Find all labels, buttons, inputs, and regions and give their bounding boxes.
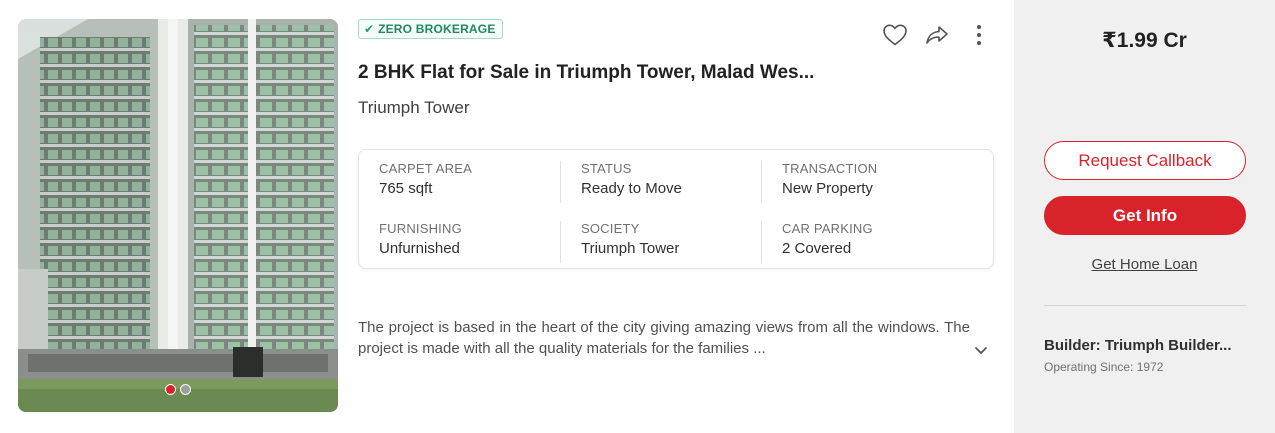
divider [1044,305,1246,306]
photo-dot-1[interactable] [165,384,176,395]
spec-value: Ready to Move [581,180,682,197]
listing-actions [880,21,994,49]
spec-status: STATUS Ready to Move [560,161,760,203]
get-home-loan-link[interactable]: Get Home Loan [1014,256,1275,273]
price-panel: ₹1.99 Cr Request Callback Get Info Get H… [1014,0,1275,433]
photo-dot-2[interactable] [180,384,191,395]
chevron-down-icon [975,347,987,354]
zero-brokerage-badge: ✔ ZERO BROKERAGE [358,19,503,39]
request-callback-button[interactable]: Request Callback [1044,141,1246,180]
spec-label: TRANSACTION [782,161,878,176]
specs-box: CARPET AREA 765 sqft STATUS Ready to Mov… [358,149,994,269]
spec-society: SOCIETY Triumph Tower [560,221,760,263]
builder-name[interactable]: Builder: Triumph Builder... [1044,337,1254,354]
property-photo[interactable] [18,19,338,412]
heart-outline-icon [883,24,907,46]
operating-since: Operating Since: 1972 [1044,360,1164,374]
spec-transaction: TRANSACTION New Property [761,161,961,203]
shortlist-button[interactable] [880,21,910,49]
photo-pagination [18,384,338,395]
spec-label: FURNISHING [379,221,462,236]
spec-value: 765 sqft [379,180,433,197]
badge-label: ZERO BROKERAGE [378,22,496,36]
project-name[interactable]: Triumph Tower [358,98,469,118]
spec-label: CARPET AREA [379,161,472,176]
listing-details: ✔ ZERO BROKERAGE 2 BHK Flat for Sale in … [358,19,994,413]
spec-carpet-area: CARPET AREA 765 sqft [359,161,559,203]
more-options-button[interactable] [964,21,994,49]
expand-description-button[interactable] [972,341,990,359]
spec-label: STATUS [581,161,632,176]
check-icon: ✔ [364,22,375,36]
spec-car-parking: CAR PARKING 2 Covered [761,221,961,263]
spec-value: New Property [782,180,873,197]
listing-description: The project is based in the heart of the… [358,319,970,357]
share-button[interactable] [922,21,952,49]
more-vertical-icon [977,25,981,45]
spec-label: CAR PARKING [782,221,873,236]
listing-title[interactable]: 2 BHK Flat for Sale in Triumph Tower, Ma… [358,62,938,84]
get-info-button[interactable]: Get Info [1044,196,1246,235]
spec-value: 2 Covered [782,240,852,257]
spec-value: Unfurnished [379,240,460,257]
share-arrow-icon [926,26,948,44]
spec-furnishing: FURNISHING Unfurnished [359,221,559,263]
price: ₹1.99 Cr [1102,29,1187,52]
spec-label: SOCIETY [581,221,640,236]
building-image [18,19,338,412]
property-card: ✔ ZERO BROKERAGE 2 BHK Flat for Sale in … [0,0,1275,433]
spec-value: Triumph Tower [581,240,680,257]
